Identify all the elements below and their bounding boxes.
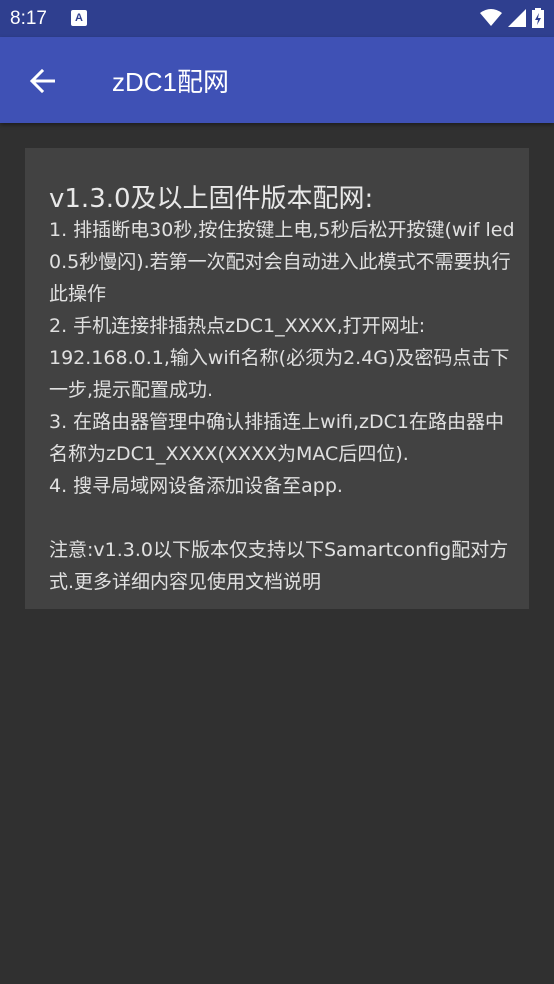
card-title: v1.3.0及以上固件版本配网: <box>49 184 374 214</box>
app-bar: zDC1配网 <box>0 37 554 123</box>
status-bar: 8:17 A <box>0 0 554 37</box>
instructions-card: v1.3.0及以上固件版本配网: 1. 排插断电30秒,按住按键上电,5秒后松开… <box>25 148 529 609</box>
status-time: 8:17 <box>10 8 47 29</box>
card-body: 1. 排插断电30秒,按住按键上电,5秒后松开按键(wif led 0.5秒慢闪… <box>49 219 515 593</box>
signal-icon <box>508 9 526 27</box>
back-button[interactable] <box>18 59 66 103</box>
battery-icon <box>532 8 544 28</box>
arrow-back-icon <box>29 69 55 93</box>
page-title: zDC1配网 <box>112 67 230 97</box>
status-icons <box>480 8 544 28</box>
wifi-icon <box>480 9 502 26</box>
a-icon: A <box>71 10 87 26</box>
